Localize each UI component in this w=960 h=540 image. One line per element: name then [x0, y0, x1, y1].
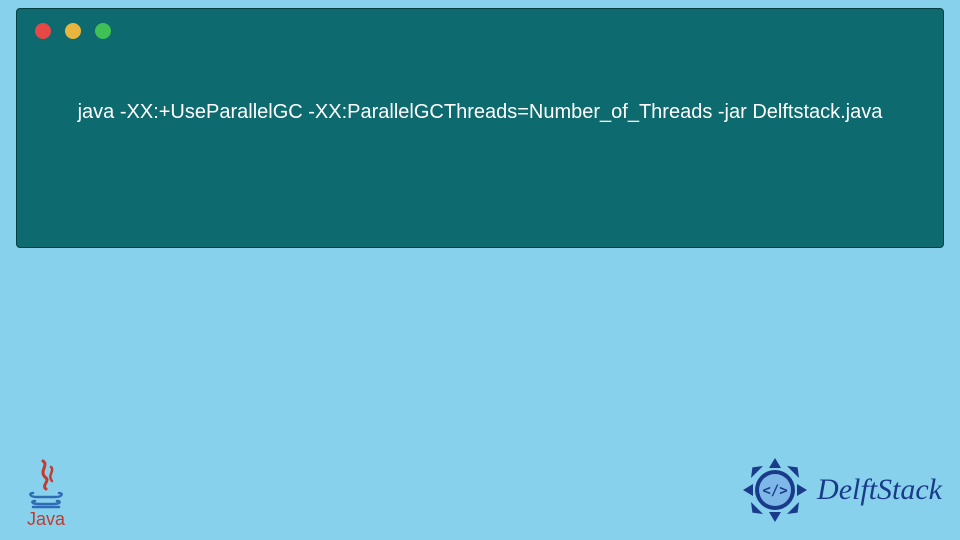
command-text: java -XX:+UseParallelGC -XX:ParallelGCTh…: [78, 101, 883, 123]
delftstack-logo: </> DelftStack: [739, 454, 942, 526]
java-cup-icon: [25, 459, 67, 511]
minimize-icon[interactable]: [65, 23, 81, 39]
delftstack-badge-icon: </>: [739, 454, 811, 526]
delftstack-label: DelftStack: [817, 473, 942, 507]
window-titlebar: [17, 9, 943, 53]
close-icon[interactable]: [35, 23, 51, 39]
code-content: java -XX:+UseParallelGC -XX:ParallelGCTh…: [17, 53, 943, 124]
java-logo: Java: [16, 459, 76, 530]
maximize-icon[interactable]: [95, 23, 111, 39]
java-label: Java: [16, 509, 76, 530]
terminal-window: java -XX:+UseParallelGC -XX:ParallelGCTh…: [16, 8, 944, 248]
svg-text:</>: </>: [762, 483, 787, 499]
